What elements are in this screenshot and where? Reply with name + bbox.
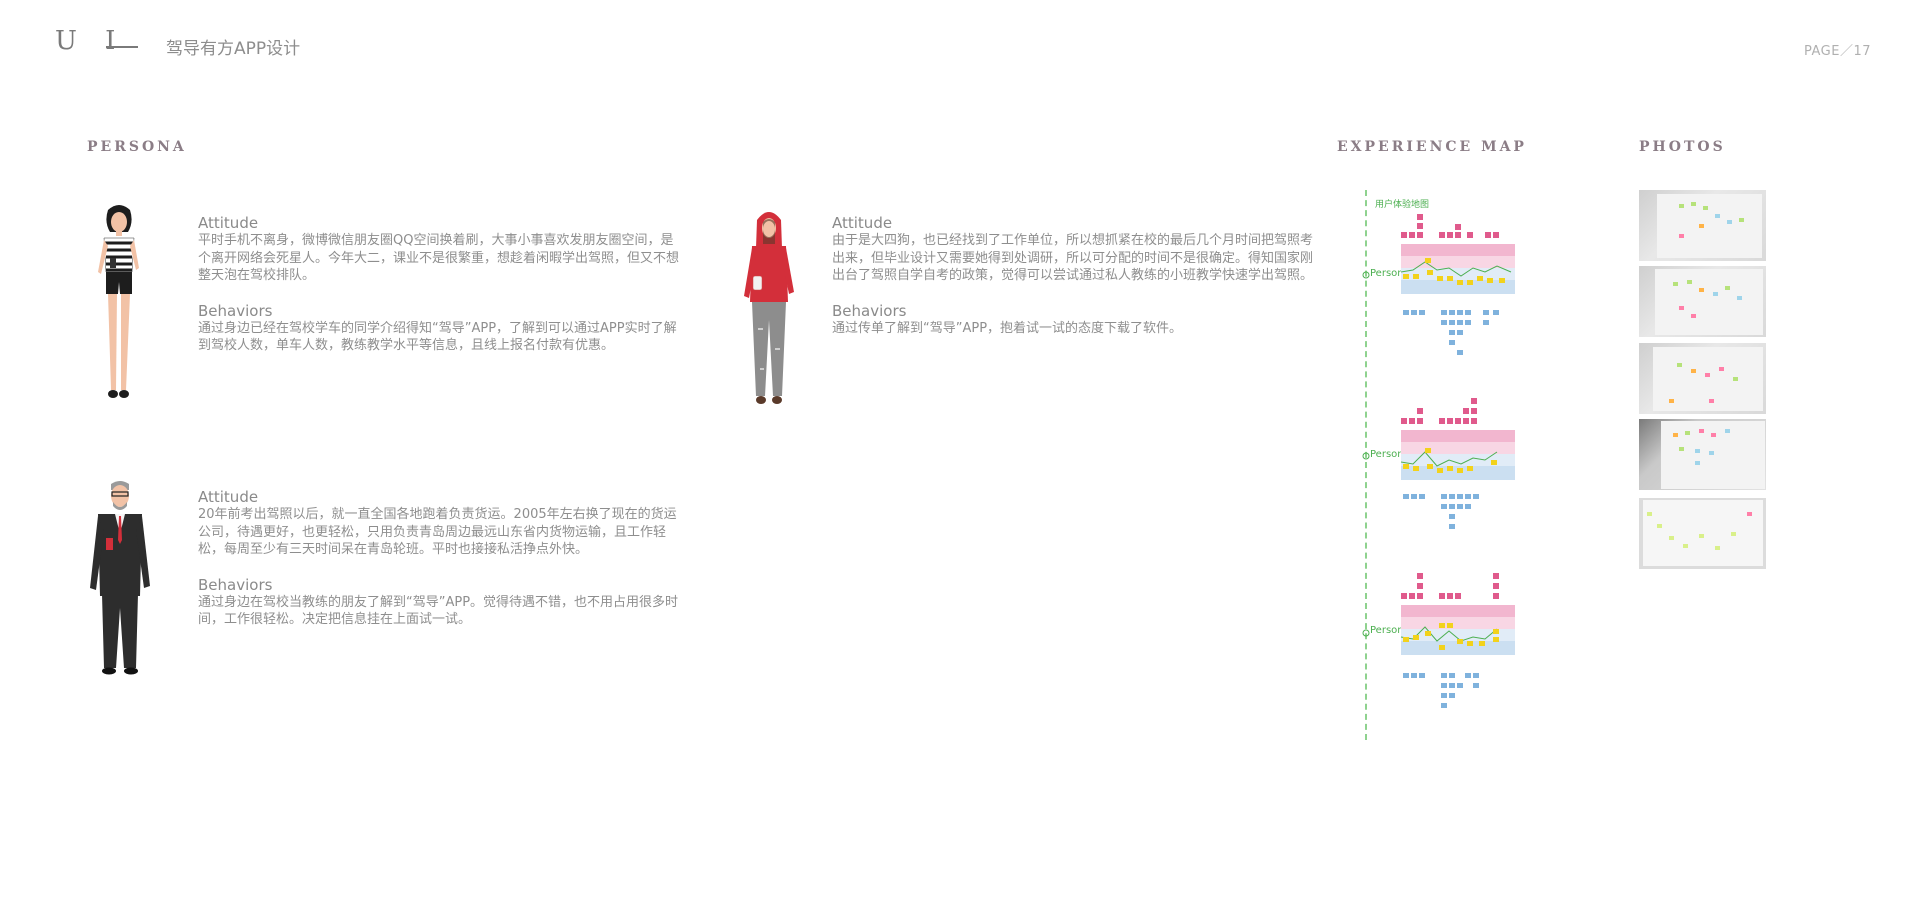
experience-map: 用户体验地图 Persona 1 Persona 2 Persona 3 <box>1358 190 1558 740</box>
photo-3 <box>1639 343 1766 414</box>
persona-3-illustration <box>90 481 150 675</box>
persona-2-attitude-label: Attitude <box>832 214 893 232</box>
map-block-1 <box>1362 214 1515 355</box>
photo-1 <box>1639 190 1766 261</box>
map-caption: 用户体验地图 <box>1375 200 1430 210</box>
persona-1-illustration <box>98 205 139 398</box>
persona-2-behaviors-text: 通过传单了解到“驾导”APP，抱着试一试的态度下载了软件。 <box>832 320 1183 336</box>
map-block-3 <box>1362 573 1515 708</box>
persona-2-description: Attitude 由于是大四狗，也已经找到了工作单位，所以想抓紧在校的最后几个月… <box>832 214 1315 337</box>
logo: U I <box>55 26 126 56</box>
persona-1-description: Attitude 平时手机不离身，微博微信朋友圈QQ空间换着刷，大事小事喜欢发朋… <box>198 214 683 355</box>
persona-3-behaviors-label: Behaviors <box>198 575 273 594</box>
persona-3-attitude-label: Attitude <box>198 488 259 506</box>
photo-4 <box>1639 419 1766 490</box>
persona-1-behaviors-text: 通过身边已经在驾校学车的同学介绍得知“驾导”APP，了解到可以通过APP实时了解… <box>198 320 677 354</box>
logo-divider <box>106 46 138 48</box>
photos-section-title: PHOTOS <box>1639 139 1726 155</box>
persona-1-attitude-text: 平时手机不离身，微博微信朋友圈QQ空间换着刷，大事小事喜欢发朋友圈空间，是个离开… <box>198 233 680 283</box>
page-number: PAGE／17 <box>1804 44 1872 59</box>
experience-map-section-title: EXPERIENCE MAP <box>1337 139 1527 155</box>
persona-3-behaviors-text: 通过身边在驾校当教练的朋友了解到“驾导”APP。觉得待遇不错，也不用占用很多时间… <box>198 594 679 628</box>
persona-2-illustration <box>744 212 794 404</box>
persona-2-behaviors-label: Behaviors <box>832 301 907 320</box>
persona-1-behaviors-label: Behaviors <box>198 301 273 320</box>
photo-2 <box>1639 266 1766 337</box>
app-title: 驾导有方APP设计 <box>166 39 301 59</box>
persona-3-description: Attitude 20年前考出驾照以后，就一直全国各地跑着负责货运。2005年左… <box>198 488 683 629</box>
persona-section-title: PERSONA <box>87 139 187 155</box>
persona-3-attitude-text: 20年前考出驾照以后，就一直全国各地跑着负责货运。2005年左右换了现在的货运公… <box>198 507 677 557</box>
persona-2-attitude-text: 由于是大四狗，也已经找到了工作单位，所以想抓紧在校的最后几个月时间把驾照考出来，… <box>832 233 1314 283</box>
persona-1-attitude-label: Attitude <box>198 214 259 232</box>
map-block-2 <box>1362 398 1515 529</box>
photo-5 <box>1639 498 1766 569</box>
